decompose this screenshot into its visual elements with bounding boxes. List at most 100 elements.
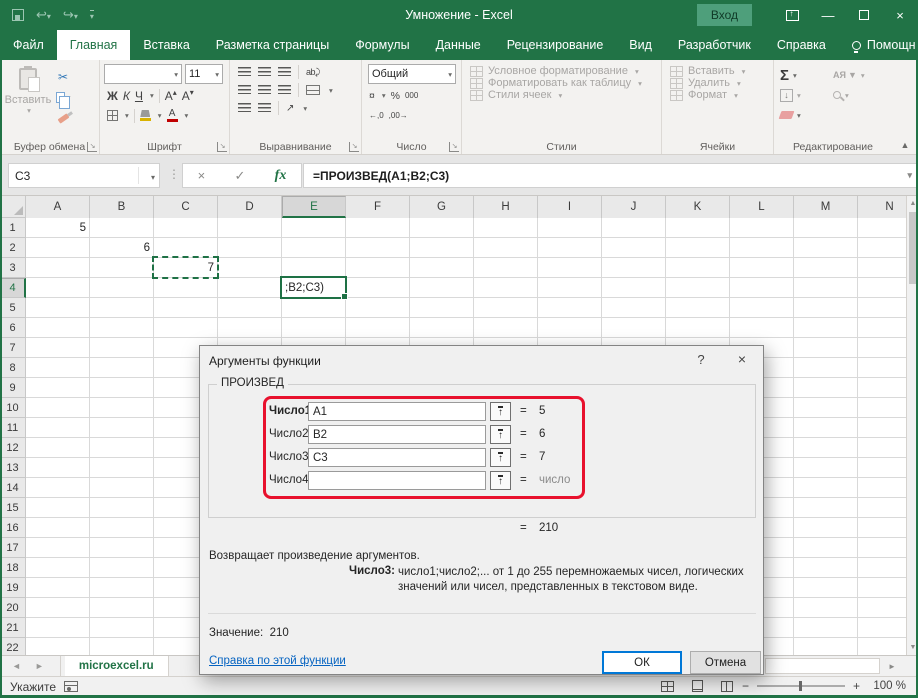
find-select-button[interactable]: ▾: [833, 91, 886, 100]
cell-I4[interactable]: [538, 278, 602, 298]
name-box[interactable]: C3 ▾: [8, 163, 160, 188]
cell-B1[interactable]: [90, 218, 154, 238]
fill-button[interactable]: ↓▾: [780, 89, 833, 102]
tab-главная[interactable]: Главная: [57, 30, 131, 60]
cell-D6[interactable]: [218, 318, 282, 338]
cell-A12[interactable]: [26, 438, 90, 458]
clipboard-dialog-launcher-icon[interactable]: ↘: [87, 142, 97, 152]
cell-E5[interactable]: [282, 298, 346, 318]
cell-A10[interactable]: [26, 398, 90, 418]
formula-bar-expand-icon[interactable]: ▾: [907, 170, 912, 181]
cell-A1[interactable]: 5: [26, 218, 90, 238]
sheet-nav-right-icon[interactable]: ►: [35, 661, 44, 671]
cell-M18[interactable]: [794, 558, 858, 578]
tab-данные[interactable]: Данные: [423, 30, 494, 60]
cell-L4[interactable]: [730, 278, 794, 298]
column-header-H[interactable]: H: [474, 196, 538, 218]
cell-H1[interactable]: [474, 218, 538, 238]
align-left-icon[interactable]: [238, 85, 251, 95]
ok-button[interactable]: ОК: [602, 651, 682, 674]
redo-button[interactable]: ↪▾: [63, 6, 78, 24]
select-all-corner[interactable]: [0, 196, 26, 218]
cell-M8[interactable]: [794, 358, 858, 378]
cell-G5[interactable]: [410, 298, 474, 318]
conditional-formatting-button[interactable]: Условное форматирование▾: [466, 65, 657, 77]
cell-M16[interactable]: [794, 518, 858, 538]
row-header-19[interactable]: 19: [0, 578, 26, 598]
column-header-L[interactable]: L: [730, 196, 794, 218]
cell-D5[interactable]: [218, 298, 282, 318]
clear-button[interactable]: ▾: [780, 111, 833, 120]
cell-A7[interactable]: [26, 338, 90, 358]
cell-A8[interactable]: [26, 358, 90, 378]
column-header-C[interactable]: C: [154, 196, 218, 218]
format-cells-button[interactable]: Формат▾: [666, 89, 769, 101]
autosum-button[interactable]: Σ▾: [780, 67, 833, 84]
cut-button[interactable]: ✂: [52, 67, 74, 86]
decrease-font-size-button[interactable]: А▾: [182, 88, 194, 103]
cell-C2[interactable]: [154, 238, 218, 258]
cell-B2[interactable]: 6: [90, 238, 154, 258]
row-header-3[interactable]: 3: [0, 258, 26, 278]
cell-F3[interactable]: [346, 258, 410, 278]
cell-G6[interactable]: [410, 318, 474, 338]
number-format-select[interactable]: Общий▾: [368, 64, 456, 84]
macro-record-icon[interactable]: [64, 681, 78, 692]
cell-F4[interactable]: [346, 278, 410, 298]
cell-E2[interactable]: [282, 238, 346, 258]
cell-A21[interactable]: [26, 618, 90, 638]
cell-D4[interactable]: [218, 278, 282, 298]
insert-function-icon[interactable]: fx: [275, 168, 287, 184]
ribbon-display-options-icon[interactable]: [774, 0, 810, 30]
alignment-dialog-launcher-icon[interactable]: ↘: [349, 142, 359, 152]
cell-J4[interactable]: [602, 278, 666, 298]
cell-B4[interactable]: [90, 278, 154, 298]
cell-H6[interactable]: [474, 318, 538, 338]
sign-in-button[interactable]: Вход: [697, 4, 752, 26]
cell-A9[interactable]: [26, 378, 90, 398]
font-color-button[interactable]: А: [167, 110, 178, 122]
arg3-input[interactable]: C3: [308, 448, 486, 467]
cancel-formula-icon[interactable]: ×: [198, 168, 206, 183]
accounting-format-icon[interactable]: ¤: [369, 90, 375, 102]
align-right-icon[interactable]: [278, 85, 291, 95]
column-header-B[interactable]: B: [90, 196, 154, 218]
cell-D3[interactable]: [218, 258, 282, 278]
increase-font-size-button[interactable]: А▴: [165, 88, 177, 103]
tab-вставка[interactable]: Вставка: [130, 30, 202, 60]
view-normal-icon[interactable]: [661, 681, 674, 692]
zoom-level[interactable]: 100 %: [868, 680, 906, 692]
cell-F5[interactable]: [346, 298, 410, 318]
cell-A2[interactable]: [26, 238, 90, 258]
cell-M12[interactable]: [794, 438, 858, 458]
sort-filter-button[interactable]: АЯ▼▾: [833, 70, 886, 80]
row-header-6[interactable]: 6: [0, 318, 26, 338]
cell-M21[interactable]: [794, 618, 858, 638]
cell-G2[interactable]: [410, 238, 474, 258]
zoom-slider[interactable]: [757, 685, 845, 687]
merge-center-icon[interactable]: [306, 85, 320, 95]
sheet-nav-left-icon[interactable]: ◄: [12, 661, 21, 671]
cell-B6[interactable]: [90, 318, 154, 338]
decrease-decimal-icon[interactable]: ,00→: [389, 111, 408, 120]
cell-K5[interactable]: [666, 298, 730, 318]
cell-C6[interactable]: [154, 318, 218, 338]
save-icon[interactable]: [12, 9, 24, 21]
close-button[interactable]: ×: [882, 0, 918, 30]
cell-B17[interactable]: [90, 538, 154, 558]
formula-input[interactable]: =ПРОИЗВЕД(A1;B2;C3) ▾: [303, 163, 918, 188]
cell-B14[interactable]: [90, 478, 154, 498]
align-top-icon[interactable]: [238, 67, 251, 77]
cell-I3[interactable]: [538, 258, 602, 278]
formula-bar-grip[interactable]: ⋮: [168, 167, 181, 181]
cell-B18[interactable]: [90, 558, 154, 578]
cell-M9[interactable]: [794, 378, 858, 398]
customize-qat-icon[interactable]: ▾: [90, 10, 94, 21]
increase-decimal-icon[interactable]: ←,0: [369, 111, 384, 120]
cell-M10[interactable]: [794, 398, 858, 418]
cell-J2[interactable]: [602, 238, 666, 258]
cell-B19[interactable]: [90, 578, 154, 598]
cell-H2[interactable]: [474, 238, 538, 258]
cell-B21[interactable]: [90, 618, 154, 638]
cell-A13[interactable]: [26, 458, 90, 478]
